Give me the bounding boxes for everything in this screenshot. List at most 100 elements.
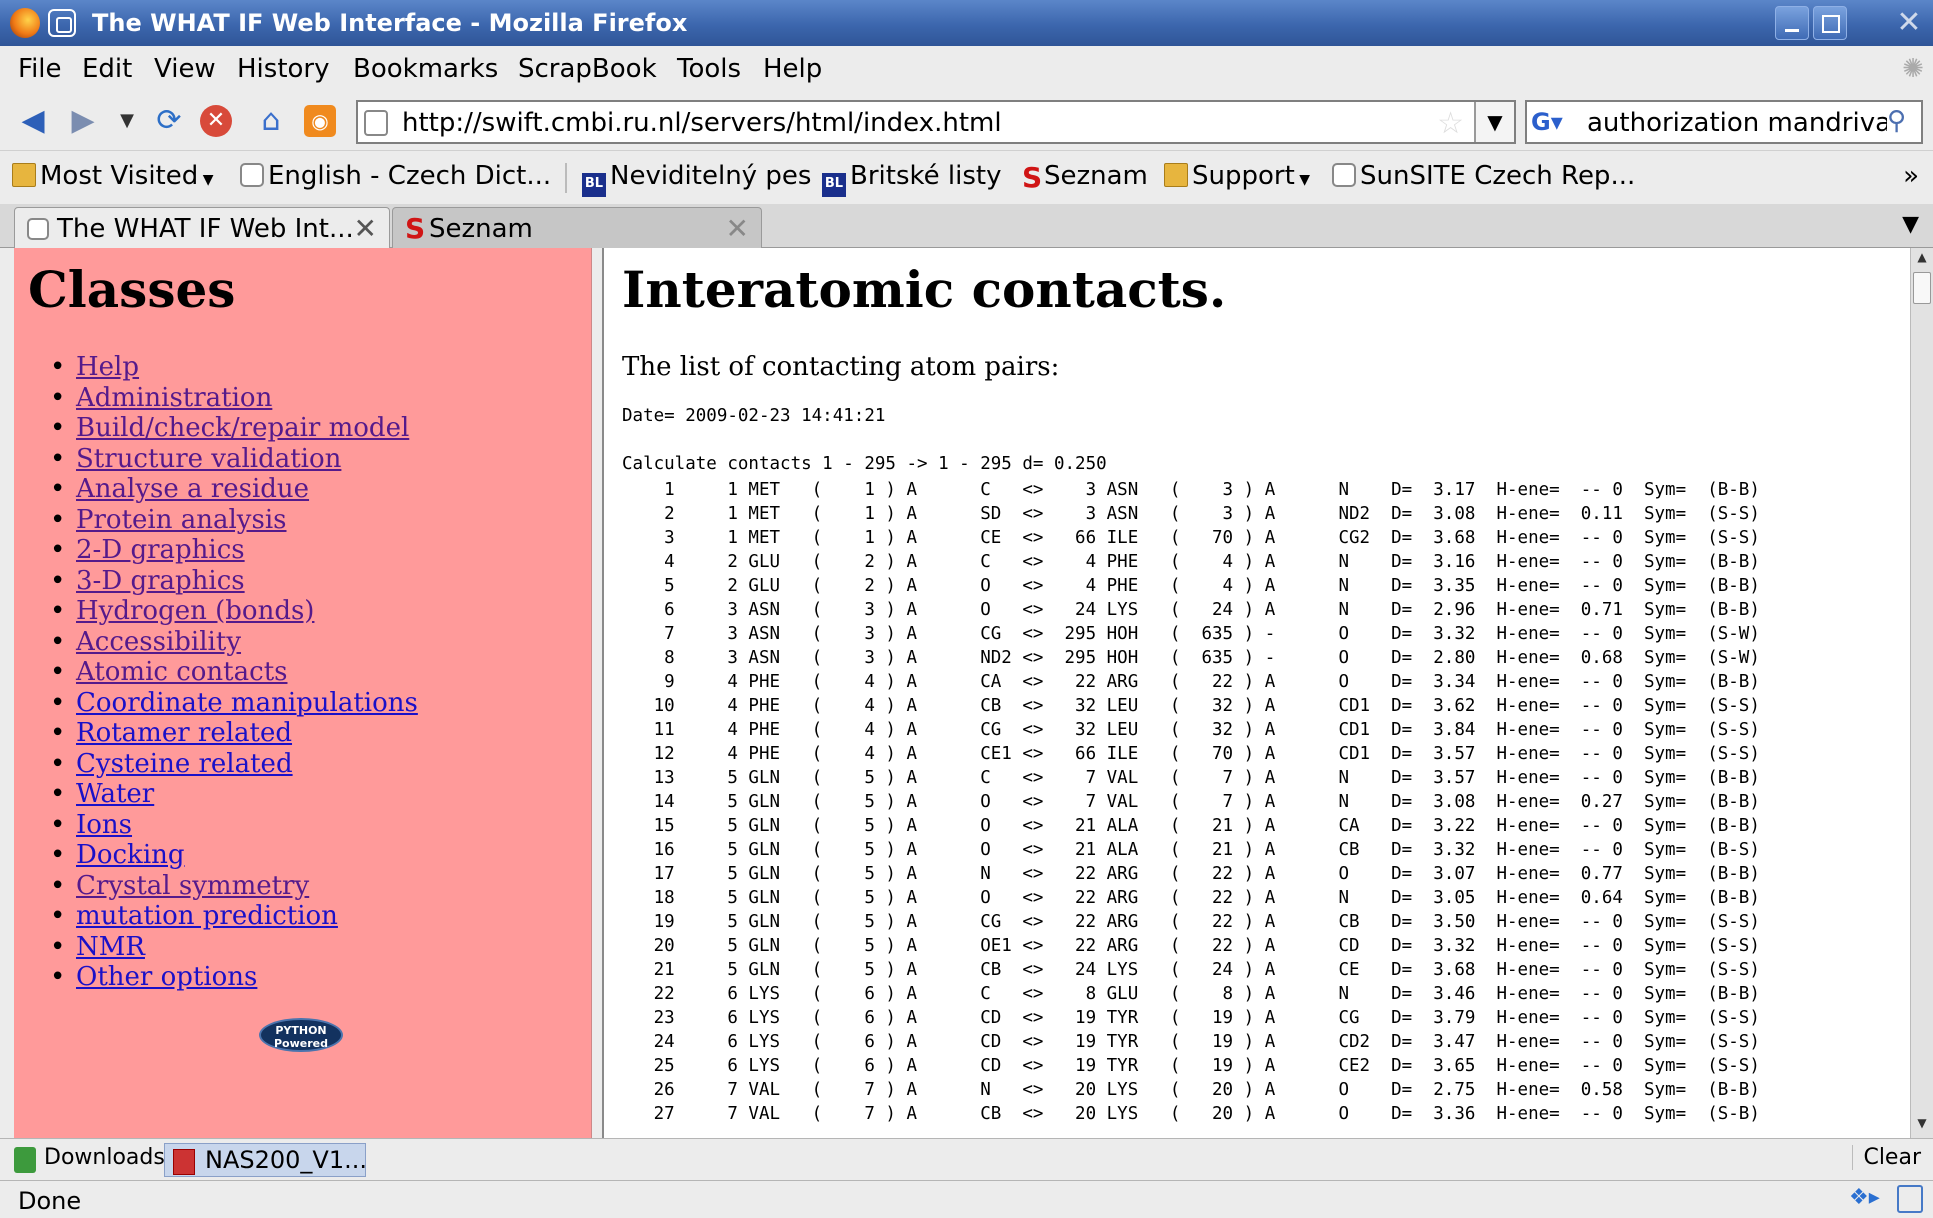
scroll-down-icon[interactable]: ▼ <box>1913 1116 1931 1136</box>
frame-splitter[interactable] <box>592 248 604 1138</box>
class-link[interactable]: Docking <box>76 840 185 870</box>
url-text[interactable]: http://swift.cmbi.ru.nl/servers/html/ind… <box>402 108 1002 138</box>
class-link[interactable]: Administration <box>76 383 272 413</box>
back-icon[interactable]: ◀ <box>14 102 52 140</box>
scroll-up-icon[interactable]: ▲ <box>1913 250 1931 270</box>
stop-icon[interactable]: ✕ <box>200 105 232 137</box>
tab-list-dropdown-icon[interactable]: ▼ <box>1902 212 1919 237</box>
home-icon[interactable]: ⌂ <box>252 102 290 140</box>
contact-row: 22 6 LYS ( 6 ) A C <> 8 GLU ( 8 ) A N D=… <box>622 984 1760 1004</box>
tab-label: Seznam <box>429 214 533 244</box>
bookmark-britske-listy[interactable]: BL Britské listy <box>822 161 1001 197</box>
rss-feed-icon[interactable]: ◉ <box>304 105 336 137</box>
window-status-icon[interactable] <box>1897 1185 1923 1213</box>
close-tab-icon[interactable]: ✕ <box>726 212 749 245</box>
class-link[interactable]: Water <box>76 779 154 809</box>
tab-seznam[interactable]: S Seznam ✕ <box>392 207 762 248</box>
class-list-item: mutation prediction <box>58 901 418 932</box>
class-link[interactable]: Protein analysis <box>76 505 287 535</box>
class-link[interactable]: 2-D graphics <box>76 535 245 565</box>
class-link[interactable]: Structure validation <box>76 444 341 474</box>
search-icon[interactable]: ⚲ <box>1887 106 1917 140</box>
contact-row: 26 7 VAL ( 7 ) A N <> 20 LYS ( 20 ) A O … <box>622 1080 1760 1100</box>
class-link[interactable]: Accessibility <box>76 627 241 657</box>
class-link[interactable]: Cysteine related <box>76 749 293 779</box>
bl-icon: BL <box>582 173 606 197</box>
class-link[interactable]: Rotamer related <box>76 718 292 748</box>
search-bar[interactable]: G▾ authorization mandriva ⚲ <box>1525 100 1923 144</box>
bookmark-sunsite[interactable]: SunSITE Czech Rep... <box>1332 161 1635 191</box>
menu-history[interactable]: History <box>237 54 330 84</box>
site-identity-icon[interactable] <box>364 110 388 136</box>
menu-scrapbook[interactable]: ScrapBook <box>518 54 657 84</box>
bookmark-star-icon[interactable]: ☆ <box>1437 106 1464 141</box>
tab-what-if[interactable]: The WHAT IF Web Int... ✕ <box>14 207 390 248</box>
bookmark-seznam[interactable]: SSeznam <box>1022 161 1148 194</box>
contact-row: 19 5 GLN ( 5 ) A CG <> 22 ARG ( 22 ) A C… <box>622 912 1760 932</box>
seznam-icon: S <box>1022 161 1043 194</box>
calculation-line: Calculate contacts 1 - 295 -> 1 - 295 d=… <box>622 454 1107 474</box>
class-list-item: Structure validation <box>58 444 418 475</box>
maximize-button[interactable] <box>1813 6 1847 40</box>
bookmark-english-czech[interactable]: English - Czech Dict... <box>240 161 551 191</box>
class-link[interactable]: 3-D graphics <box>76 566 245 596</box>
contact-row: 14 5 GLN ( 5 ) A O <> 7 VAL ( 7 ) A N D=… <box>622 792 1760 812</box>
class-list-item: Docking <box>58 840 418 871</box>
class-list-item: Other options <box>58 962 418 993</box>
class-link[interactable]: Other options <box>76 962 257 992</box>
contact-row: 16 5 GLN ( 5 ) A O <> 21 ALA ( 21 ) A CB… <box>622 840 1760 860</box>
contact-row: 1 1 MET ( 1 ) A C <> 3 ASN ( 3 ) A N D= … <box>622 480 1760 500</box>
class-link[interactable]: Atomic contacts <box>76 657 287 687</box>
download-item[interactable]: NAS200_V1... <box>164 1143 366 1177</box>
forward-icon[interactable]: ▶ <box>64 102 102 140</box>
menu-tools[interactable]: Tools <box>677 54 741 84</box>
status-bar: Done ❖▸ <box>0 1180 1933 1218</box>
class-link[interactable]: Ions <box>76 810 132 840</box>
window-title: The WHAT IF Web Interface - Mozilla Fire… <box>92 9 688 37</box>
url-dropdown-icon[interactable]: ▼ <box>1474 102 1514 142</box>
bookmark-support[interactable]: Support ▼ <box>1164 161 1310 191</box>
class-link[interactable]: Analyse a residue <box>76 474 309 504</box>
close-tab-icon[interactable]: ✕ <box>354 212 377 245</box>
class-list-item: Rotamer related <box>58 718 418 749</box>
history-dropdown-icon[interactable]: ▼ <box>108 102 146 140</box>
class-link[interactable]: Crystal symmetry <box>76 871 309 901</box>
downloads-button[interactable]: Downloads <box>10 1143 172 1177</box>
menu-file[interactable]: File <box>18 54 62 84</box>
bookmark-separator <box>565 163 567 193</box>
search-input[interactable]: authorization mandriva <box>1587 108 1891 138</box>
url-bar[interactable]: http://swift.cmbi.ru.nl/servers/html/ind… <box>356 100 1516 144</box>
class-link[interactable]: Build/check/repair model <box>76 413 409 443</box>
scroll-thumb[interactable] <box>1913 272 1931 304</box>
intro-text: The list of contacting atom pairs: <box>622 352 1060 382</box>
search-engine-icon[interactable]: G▾ <box>1531 108 1577 138</box>
contact-row: 24 6 LYS ( 6 ) A CD <> 19 TYR ( 19 ) A C… <box>622 1032 1760 1052</box>
vertical-scrollbar[interactable]: ▲ ▼ <box>1910 248 1933 1138</box>
seznam-icon: S <box>405 212 426 245</box>
reload-icon[interactable]: ⟳ <box>150 102 188 140</box>
class-link[interactable]: NMR <box>76 932 145 962</box>
contact-row: 13 5 GLN ( 5 ) A C <> 7 VAL ( 7 ) A N D=… <box>622 768 1760 788</box>
menu-edit[interactable]: Edit <box>82 54 132 84</box>
class-list-item: Build/check/repair model <box>58 413 418 444</box>
close-window-button[interactable]: ✕ <box>1892 6 1926 40</box>
bookmark-neviditelny-pes[interactable]: BL Neviditelný pes <box>582 161 811 197</box>
class-list-item: Help <box>58 352 418 383</box>
page-icon <box>27 218 49 240</box>
bookmarks-overflow-icon[interactable]: » <box>1903 161 1919 191</box>
menu-help[interactable]: Help <box>763 54 822 84</box>
class-list-item: Water <box>58 779 418 810</box>
menu-bookmarks[interactable]: Bookmarks <box>353 54 498 84</box>
clear-downloads-button[interactable]: Clear <box>1852 1145 1921 1170</box>
window-menu-icon[interactable] <box>48 9 76 37</box>
contact-row: 2 1 MET ( 1 ) A SD <> 3 ASN ( 3 ) A ND2 … <box>622 504 1760 524</box>
bookmark-most-visited[interactable]: Most Visited ▼ <box>12 161 213 191</box>
class-link[interactable]: mutation prediction <box>76 901 338 931</box>
minimize-button[interactable] <box>1775 6 1809 40</box>
class-link[interactable]: Coordinate manipulations <box>76 688 418 718</box>
menu-view[interactable]: View <box>154 54 216 84</box>
contact-row: 17 5 GLN ( 5 ) A N <> 22 ARG ( 22 ) A O … <box>622 864 1760 884</box>
class-link[interactable]: Hydrogen (bonds) <box>76 596 314 626</box>
class-link[interactable]: Help <box>76 352 139 382</box>
addon-status-icon[interactable]: ❖▸ <box>1849 1185 1883 1213</box>
